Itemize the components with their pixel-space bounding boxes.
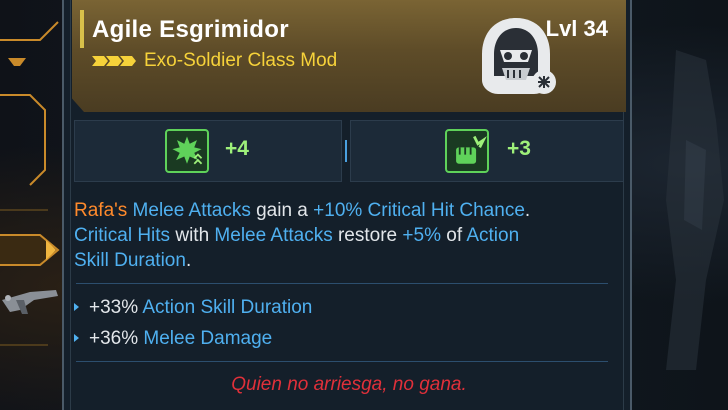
character-name: Rafa's xyxy=(74,200,128,221)
divider xyxy=(76,283,608,284)
item-header: Agile Esgrimidor Exo-Soldier Class Mod L… xyxy=(72,0,626,112)
skill-bonus-row: +4 +3 xyxy=(74,120,624,182)
skill-bonus-2[interactable]: +3 xyxy=(350,120,624,182)
stat-line: +33% Action Skill Duration xyxy=(74,297,312,319)
keyword: Melee Attacks xyxy=(214,225,333,246)
item-card: Agile Esgrimidor Exo-Soldier Class Mod L… xyxy=(62,0,632,410)
skill-divider xyxy=(345,140,347,162)
rarity-accent-bar xyxy=(80,10,84,48)
stat-value: +36% xyxy=(89,328,139,349)
inventory-frame-decoration xyxy=(0,21,60,346)
keyword: Action xyxy=(466,225,520,246)
item-description: Rafa's Melee Attacks gain a +10% Critica… xyxy=(74,198,619,273)
flavor-text: Quien no arriesga, no gana. xyxy=(231,374,467,395)
spiky-burst-upgrade-icon xyxy=(165,129,209,173)
stat-value: +33% xyxy=(89,297,139,318)
description-line-3: Skill Duration. xyxy=(74,250,192,271)
keyword: +5% xyxy=(402,225,441,246)
skill-bonus-value: +3 xyxy=(507,137,531,160)
keyword: Critical Hits xyxy=(74,225,171,246)
character-silhouette xyxy=(666,50,724,370)
divider xyxy=(76,361,608,362)
hooded-skull-icon xyxy=(482,18,556,94)
item-type: Exo-Soldier Class Mod xyxy=(144,50,338,71)
keyword: +10% Critical Hit Chance xyxy=(313,200,525,221)
skill-bonus-value: +4 xyxy=(225,137,249,160)
stat-label: Action Skill Duration xyxy=(142,297,313,318)
skill-bonus-1[interactable]: +4 xyxy=(74,120,342,182)
keyword: Skill Duration xyxy=(74,250,186,271)
bullet-icon xyxy=(74,334,79,342)
stat-line: +36% Melee Damage xyxy=(74,328,272,350)
keyword: Melee Attacks xyxy=(132,200,251,221)
rarity-chevrons-icon xyxy=(92,56,136,66)
weapon-icon xyxy=(2,290,58,314)
description-line-1: Rafa's Melee Attacks gain a +10% Critica… xyxy=(74,200,531,221)
bullet-icon xyxy=(74,303,79,311)
stat-label: Melee Damage xyxy=(143,328,273,349)
item-name: Agile Esgrimidor xyxy=(92,16,289,43)
description-line-2: Critical Hits with Melee Attacks restore… xyxy=(74,225,520,246)
fist-impact-icon xyxy=(445,129,489,173)
